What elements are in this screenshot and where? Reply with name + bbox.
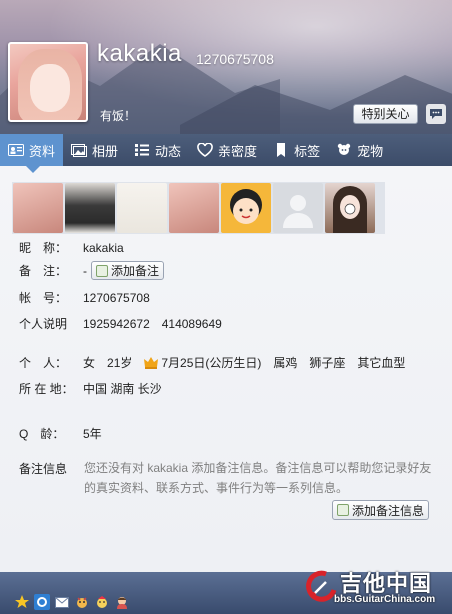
blood-type-value: 其它血型 [357, 356, 406, 370]
account-row: 帐 号： 1270675708 [19, 289, 150, 306]
profile-window: kakakia 1270675708 有饭！ 特别关心 资料 相册 动态 亲密度… [0, 0, 452, 614]
tab-pet[interactable]: 宠物 [328, 134, 391, 166]
birthday-value: 7月25日(公历生日) [161, 356, 262, 370]
tab-profile[interactable]: 资料 [0, 134, 64, 166]
tab-intimacy[interactable]: 亲密度 [189, 134, 265, 166]
field-label: Q 龄： [19, 427, 65, 441]
qq-show-icon[interactable] [114, 594, 130, 610]
qq-number: 1270675708 [196, 51, 274, 67]
tab-label: 亲密度 [218, 143, 258, 159]
field-label: 昵 称： [19, 241, 68, 255]
feed-icon [134, 143, 150, 157]
remark-row: 备 注： - 添加备注 [19, 261, 165, 280]
mood-signature: 有饭！ [100, 109, 137, 123]
field-label: 个 人： [19, 356, 68, 370]
tab-album[interactable]: 相册 [63, 134, 126, 166]
photo-thumbnail[interactable] [221, 183, 271, 233]
qzone-icon[interactable] [34, 594, 50, 610]
qage-row: Q 龄： 5年 [19, 425, 102, 442]
field-label: 备注信息 [19, 462, 68, 476]
tab-tags[interactable]: 标签 [265, 134, 328, 166]
edit-note-icon [96, 264, 108, 277]
field-label: 备 注： [19, 264, 68, 278]
profile-content: 昵 称： kakakia 备 注： - 添加备注 帐 号： 1270675708… [0, 166, 452, 572]
description-row: 个人说明 1925942672 414089649 [19, 315, 222, 332]
pet-icon [336, 143, 352, 157]
nickname-title: kakakia [97, 40, 182, 67]
field-label: 所 在 地： [19, 382, 74, 396]
personal-row: 个 人： 女 21岁 7月25日(公历生日) 属鸡 狮子座 其它血型 [19, 354, 405, 371]
description-value: 1925942672 414089649 [83, 317, 222, 331]
chat-bubble-icon[interactable] [426, 104, 446, 124]
pet-game-icon[interactable] [74, 594, 90, 610]
tab-label: 资料 [29, 143, 56, 159]
age-value: 21岁 [107, 356, 133, 370]
note-row: 备注信息 [19, 460, 83, 477]
location-row: 所 在 地： 中国 湖南 长沙 [19, 380, 162, 397]
mail-icon[interactable] [54, 594, 70, 610]
remark-value: - [83, 263, 87, 278]
photo-thumbnail[interactable] [325, 183, 375, 233]
site-watermark: 吉他中国 bbs.GuitarChina.com [304, 566, 452, 614]
avatar[interactable] [8, 42, 88, 122]
star-icon[interactable] [14, 594, 30, 610]
photo-thumbnail[interactable] [65, 183, 115, 233]
special-care-button[interactable]: 特别关心 [353, 104, 418, 124]
tab-feed[interactable]: 动态 [126, 134, 189, 166]
photo-strip [12, 182, 385, 234]
tab-label: 宠物 [357, 143, 384, 159]
account-value: 1270675708 [83, 290, 150, 305]
crown-icon [144, 356, 159, 369]
watermark-url: bbs.GuitarChina.com [334, 594, 436, 605]
note-description: 您还没有对 kakakia 添加备注信息。备注信息可以帮助您记录好友的真实资料、… [84, 461, 432, 495]
edit-note-icon [337, 504, 349, 516]
photo-thumbnail[interactable] [169, 183, 219, 233]
nickname-value: kakakia [83, 240, 124, 255]
tab-bar: 资料 相册 动态 亲密度 标签 宠物 [0, 134, 452, 166]
qage-value: 5年 [83, 427, 102, 441]
profile-header: kakakia 1270675708 有饭！ 特别关心 [0, 0, 452, 134]
zodiac-value: 属鸡 [273, 356, 298, 370]
tab-label: 相册 [92, 143, 119, 159]
photo-thumbnail[interactable] [13, 183, 63, 233]
nickname-row: 昵 称： kakakia [19, 239, 124, 256]
bookmark-icon [273, 143, 289, 157]
guitar-logo-icon [304, 570, 338, 604]
add-remark-button[interactable]: 添加备注 [91, 261, 165, 280]
location-value: 中国 湖南 长沙 [83, 382, 162, 396]
gender-value: 女 [83, 356, 96, 370]
field-label: 帐 号： [19, 291, 68, 305]
album-icon [71, 143, 88, 157]
tab-label: 动态 [155, 143, 182, 159]
qq-pet-icon[interactable] [94, 594, 110, 610]
heart-icon [197, 143, 213, 157]
profile-card-icon [8, 143, 24, 157]
active-tab-pointer [26, 166, 40, 173]
photo-thumbnail[interactable] [117, 183, 167, 233]
field-label: 个人说明 [19, 317, 68, 331]
add-note-button[interactable]: 添加备注信息 [332, 500, 430, 520]
tab-label: 标签 [294, 143, 321, 159]
photo-thumbnail[interactable] [273, 183, 323, 233]
constellation-value: 狮子座 [309, 356, 346, 370]
